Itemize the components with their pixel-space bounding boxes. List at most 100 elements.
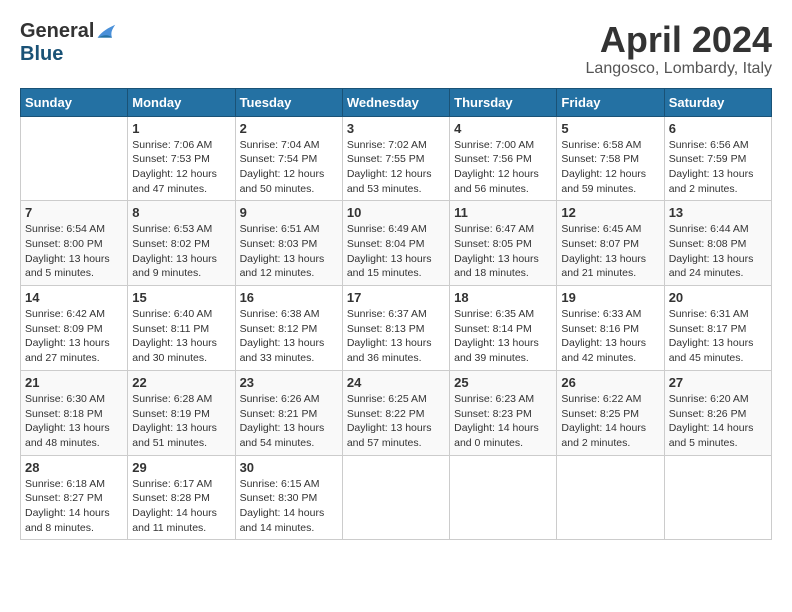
day-info: Sunrise: 6:26 AM Sunset: 8:21 PM Dayligh… bbox=[240, 392, 338, 451]
calendar-header-row: SundayMondayTuesdayWednesdayThursdayFrid… bbox=[21, 88, 772, 116]
logo-bird-icon bbox=[96, 23, 120, 41]
day-number: 12 bbox=[561, 205, 659, 220]
day-number: 30 bbox=[240, 460, 338, 475]
location-text: Langosco, Lombardy, Italy bbox=[586, 60, 772, 78]
day-number: 14 bbox=[25, 290, 123, 305]
day-info: Sunrise: 6:37 AM Sunset: 8:13 PM Dayligh… bbox=[347, 307, 445, 366]
calendar-day-cell bbox=[21, 116, 128, 201]
calendar-day-cell: 24 Sunrise: 6:25 AM Sunset: 8:22 PM Dayli… bbox=[342, 370, 449, 455]
day-number: 28 bbox=[25, 460, 123, 475]
day-info: Sunrise: 6:49 AM Sunset: 8:04 PM Dayligh… bbox=[347, 222, 445, 281]
calendar-day-cell: 29Sunrise: 6:17 AM Sunset: 8:28 PM Dayli… bbox=[128, 455, 235, 540]
calendar-day-cell: 16 Sunrise: 6:38 AM Sunset: 8:12 PM Dayli… bbox=[235, 286, 342, 371]
calendar-week-row: 28 Sunrise: 6:18 AM Sunset: 8:27 PM Dayli… bbox=[21, 455, 772, 540]
day-number: 16 bbox=[240, 290, 338, 305]
calendar-day-cell: 6 Sunrise: 6:56 AM Sunset: 7:59 PM Daylig… bbox=[664, 116, 771, 201]
calendar-day-cell: 11 Sunrise: 6:47 AM Sunset: 8:05 PM Dayli… bbox=[450, 201, 557, 286]
calendar-day-cell bbox=[664, 455, 771, 540]
calendar-day-cell: 21 Sunrise: 6:30 AM Sunset: 8:18 PM Dayli… bbox=[21, 370, 128, 455]
day-info: Sunrise: 7:02 AM Sunset: 7:55 PM Dayligh… bbox=[347, 138, 445, 197]
calendar-day-cell: 30 Sunrise: 6:15 AM Sunset: 8:30 PM Dayli… bbox=[235, 455, 342, 540]
calendar-day-cell: 13 Sunrise: 6:44 AM Sunset: 8:08 PM Dayli… bbox=[664, 201, 771, 286]
day-number: 13 bbox=[669, 205, 767, 220]
day-number: 25 bbox=[454, 375, 552, 390]
calendar-day-cell: 14 Sunrise: 6:42 AM Sunset: 8:09 PM Dayli… bbox=[21, 286, 128, 371]
day-number: 8 bbox=[132, 205, 230, 220]
calendar-weekday-saturday: Saturday bbox=[664, 88, 771, 116]
day-info: Sunrise: 6:22 AM Sunset: 8:25 PM Dayligh… bbox=[561, 392, 659, 451]
day-info: Sunrise: 6:20 AM Sunset: 8:26 PM Dayligh… bbox=[669, 392, 767, 451]
calendar-day-cell: 10 Sunrise: 6:49 AM Sunset: 8:04 PM Dayli… bbox=[342, 201, 449, 286]
day-number: 27 bbox=[669, 375, 767, 390]
logo-general-text: General bbox=[20, 20, 94, 43]
calendar-day-cell: 15 Sunrise: 6:40 AM Sunset: 8:11 PM Dayli… bbox=[128, 286, 235, 371]
calendar-day-cell: 9 Sunrise: 6:51 AM Sunset: 8:03 PM Daylig… bbox=[235, 201, 342, 286]
calendar-day-cell: 1Sunrise: 7:06 AM Sunset: 7:53 PM Daylig… bbox=[128, 116, 235, 201]
day-number: 11 bbox=[454, 205, 552, 220]
day-info: Sunrise: 6:51 AM Sunset: 8:03 PM Dayligh… bbox=[240, 222, 338, 281]
calendar-day-cell: 3 Sunrise: 7:02 AM Sunset: 7:55 PM Daylig… bbox=[342, 116, 449, 201]
day-info: Sunrise: 6:54 AM Sunset: 8:00 PM Dayligh… bbox=[25, 222, 123, 281]
day-info: Sunrise: 6:47 AM Sunset: 8:05 PM Dayligh… bbox=[454, 222, 552, 281]
day-number: 3 bbox=[347, 121, 445, 136]
day-info: Sunrise: 6:25 AM Sunset: 8:22 PM Dayligh… bbox=[347, 392, 445, 451]
day-info: Sunrise: 7:00 AM Sunset: 7:56 PM Dayligh… bbox=[454, 138, 552, 197]
day-number: 21 bbox=[25, 375, 123, 390]
logo-blue-text: Blue bbox=[20, 43, 63, 66]
calendar-day-cell: 8 Sunrise: 6:53 AM Sunset: 8:02 PM Daylig… bbox=[128, 201, 235, 286]
calendar-day-cell bbox=[342, 455, 449, 540]
day-info: Sunrise: 6:40 AM Sunset: 8:11 PM Dayligh… bbox=[132, 307, 230, 366]
day-info: Sunrise: 6:53 AM Sunset: 8:02 PM Dayligh… bbox=[132, 222, 230, 281]
calendar-week-row: 21 Sunrise: 6:30 AM Sunset: 8:18 PM Dayli… bbox=[21, 370, 772, 455]
calendar-day-cell: 20Sunrise: 6:31 AM Sunset: 8:17 PM Dayli… bbox=[664, 286, 771, 371]
calendar-day-cell: 19 Sunrise: 6:33 AM Sunset: 8:16 PM Dayli… bbox=[557, 286, 664, 371]
calendar-weekday-monday: Monday bbox=[128, 88, 235, 116]
calendar-weekday-sunday: Sunday bbox=[21, 88, 128, 116]
day-number: 5 bbox=[561, 121, 659, 136]
day-info: Sunrise: 6:44 AM Sunset: 8:08 PM Dayligh… bbox=[669, 222, 767, 281]
calendar-day-cell: 7 Sunrise: 6:54 AM Sunset: 8:00 PM Daylig… bbox=[21, 201, 128, 286]
calendar-day-cell: 27 Sunrise: 6:20 AM Sunset: 8:26 PM Dayli… bbox=[664, 370, 771, 455]
calendar-day-cell: 22 Sunrise: 6:28 AM Sunset: 8:19 PM Dayli… bbox=[128, 370, 235, 455]
day-info: Sunrise: 6:56 AM Sunset: 7:59 PM Dayligh… bbox=[669, 138, 767, 197]
day-info: Sunrise: 6:23 AM Sunset: 8:23 PM Dayligh… bbox=[454, 392, 552, 451]
day-number: 19 bbox=[561, 290, 659, 305]
month-title: April 2024 bbox=[586, 20, 772, 60]
day-info: Sunrise: 6:28 AM Sunset: 8:19 PM Dayligh… bbox=[132, 392, 230, 451]
day-number: 24 bbox=[347, 375, 445, 390]
day-number: 6 bbox=[669, 121, 767, 136]
day-number: 18 bbox=[454, 290, 552, 305]
day-number: 9 bbox=[240, 205, 338, 220]
day-number: 4 bbox=[454, 121, 552, 136]
day-number: 20 bbox=[669, 290, 767, 305]
calendar-day-cell: 5 Sunrise: 6:58 AM Sunset: 7:58 PM Daylig… bbox=[557, 116, 664, 201]
day-number: 17 bbox=[347, 290, 445, 305]
calendar-day-cell: 2Sunrise: 7:04 AM Sunset: 7:54 PM Daylig… bbox=[235, 116, 342, 201]
day-number: 22 bbox=[132, 375, 230, 390]
logo: General Blue bbox=[20, 20, 120, 66]
day-number: 10 bbox=[347, 205, 445, 220]
calendar-weekday-friday: Friday bbox=[557, 88, 664, 116]
day-info: Sunrise: 6:45 AM Sunset: 8:07 PM Dayligh… bbox=[561, 222, 659, 281]
day-info: Sunrise: 6:35 AM Sunset: 8:14 PM Dayligh… bbox=[454, 307, 552, 366]
day-number: 7 bbox=[25, 205, 123, 220]
calendar-day-cell: 28 Sunrise: 6:18 AM Sunset: 8:27 PM Dayli… bbox=[21, 455, 128, 540]
day-info: Sunrise: 6:42 AM Sunset: 8:09 PM Dayligh… bbox=[25, 307, 123, 366]
day-info: Sunrise: 6:58 AM Sunset: 7:58 PM Dayligh… bbox=[561, 138, 659, 197]
day-info: Sunrise: 6:33 AM Sunset: 8:16 PM Dayligh… bbox=[561, 307, 659, 366]
day-info: Sunrise: 6:30 AM Sunset: 8:18 PM Dayligh… bbox=[25, 392, 123, 451]
day-info: Sunrise: 6:38 AM Sunset: 8:12 PM Dayligh… bbox=[240, 307, 338, 366]
calendar-week-row: 1Sunrise: 7:06 AM Sunset: 7:53 PM Daylig… bbox=[21, 116, 772, 201]
day-number: 15 bbox=[132, 290, 230, 305]
page-header: General Blue April 2024 Langosco, Lombar… bbox=[20, 20, 772, 78]
calendar-day-cell bbox=[450, 455, 557, 540]
calendar-day-cell: 18 Sunrise: 6:35 AM Sunset: 8:14 PM Dayli… bbox=[450, 286, 557, 371]
calendar-week-row: 14 Sunrise: 6:42 AM Sunset: 8:09 PM Dayli… bbox=[21, 286, 772, 371]
title-section: April 2024 Langosco, Lombardy, Italy bbox=[586, 20, 772, 78]
calendar-table: SundayMondayTuesdayWednesdayThursdayFrid… bbox=[20, 88, 772, 541]
day-info: Sunrise: 6:15 AM Sunset: 8:30 PM Dayligh… bbox=[240, 477, 338, 536]
calendar-day-cell: 4 Sunrise: 7:00 AM Sunset: 7:56 PM Daylig… bbox=[450, 116, 557, 201]
calendar-day-cell: 17 Sunrise: 6:37 AM Sunset: 8:13 PM Dayli… bbox=[342, 286, 449, 371]
day-info: Sunrise: 6:18 AM Sunset: 8:27 PM Dayligh… bbox=[25, 477, 123, 536]
day-info: Sunrise: 7:04 AM Sunset: 7:54 PM Dayligh… bbox=[240, 138, 338, 197]
